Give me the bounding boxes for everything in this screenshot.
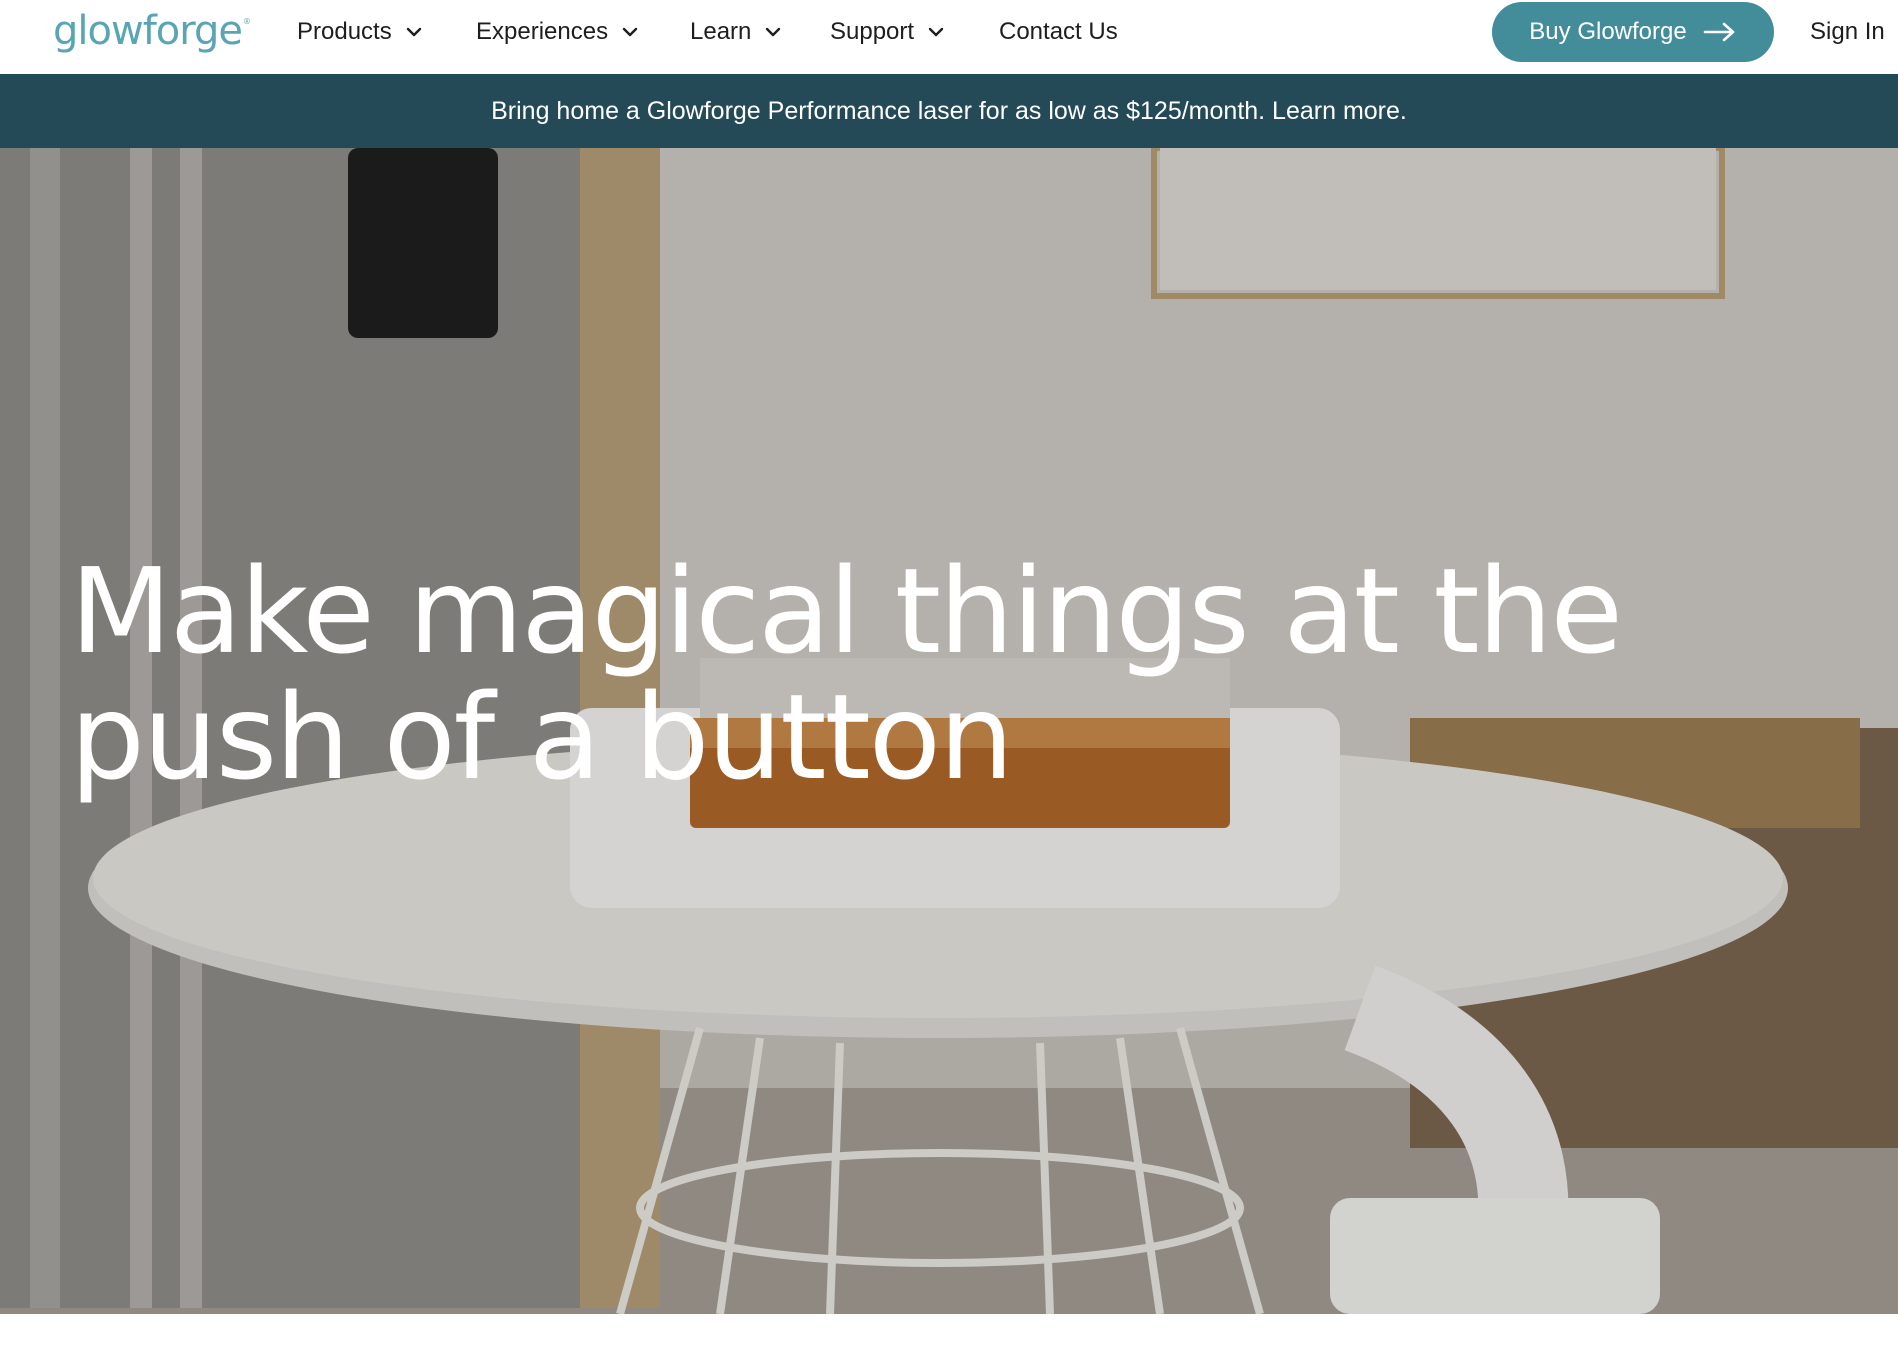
- nav-experiences[interactable]: Experiences: [476, 12, 638, 52]
- glowforge-logo[interactable]: glowforge ®: [53, 6, 251, 56]
- buy-glowforge-label: Buy Glowforge: [1529, 18, 1687, 45]
- sign-in-label: Sign In: [1810, 18, 1885, 45]
- nav-support-label: Support: [830, 18, 915, 45]
- promo-banner: Bring home a Glowforge Performance laser…: [0, 74, 1898, 148]
- sign-in-link[interactable]: Sign In: [1810, 12, 1885, 52]
- logo-text: glowforge: [53, 8, 243, 54]
- hero-section: Make magical things at the push of a but…: [0, 148, 1898, 1314]
- nav-products[interactable]: Products: [297, 12, 422, 52]
- chevron-down-icon: [765, 24, 781, 40]
- registered-mark: ®: [243, 16, 251, 26]
- hero-title: Make magical things at the push of a but…: [70, 542, 1623, 806]
- page-content-start: [0, 1314, 1898, 1360]
- nav-contact-us-label: Contact Us: [999, 18, 1118, 45]
- chevron-down-icon: [406, 24, 422, 40]
- site-header: glowforge ® Products Experiences Learn Su…: [0, 0, 1898, 74]
- nav-support[interactable]: Support: [830, 12, 944, 52]
- chevron-down-icon: [928, 24, 944, 40]
- nav-learn[interactable]: Learn: [690, 12, 781, 52]
- buy-glowforge-button[interactable]: Buy Glowforge: [1492, 2, 1774, 62]
- arrow-right-icon: [1703, 22, 1737, 42]
- nav-products-label: Products: [297, 18, 392, 45]
- nav-experiences-label: Experiences: [476, 18, 609, 45]
- promo-banner-link[interactable]: Bring home a Glowforge Performance laser…: [491, 97, 1407, 126]
- nav-learn-label: Learn: [690, 18, 752, 45]
- nav-contact-us[interactable]: Contact Us: [999, 12, 1118, 52]
- chevron-down-icon: [622, 24, 638, 40]
